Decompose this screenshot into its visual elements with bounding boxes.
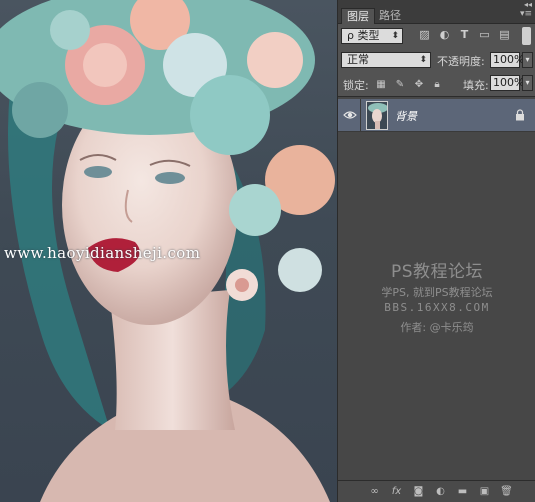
lock-image-pixels-icon[interactable]: ✎ (394, 78, 406, 90)
panel-menu-icon[interactable]: ▾≡ (520, 9, 532, 19)
add-mask-icon[interactable]: ◙ (412, 485, 425, 498)
layer-row[interactable]: 背景 (338, 99, 535, 132)
new-layer-icon[interactable]: ▣ (478, 485, 491, 498)
fill-label: 填充: (463, 79, 489, 92)
fill-input[interactable]: 100% (490, 75, 524, 91)
filter-pixel-layer-icon[interactable]: ▨ (418, 28, 431, 41)
layer-style-fx-icon[interactable]: fx (390, 485, 403, 498)
blend-mode-value: 正常 (347, 53, 369, 66)
tab-paths[interactable]: 路径 (374, 8, 406, 24)
forum-watermark-url: BBS.16XX8.COM (384, 301, 490, 314)
new-group-folder-icon[interactable]: ▬ (456, 485, 469, 498)
fill-slider-arrow-icon[interactable]: ▾ (522, 75, 533, 91)
lock-position-icon[interactable]: ✥ (413, 78, 425, 90)
lock-all-icon[interactable]: 🔒︎ (431, 78, 443, 90)
layer-filter-select[interactable]: ρ 类型 ⬍ (341, 28, 403, 44)
collapse-panel-icon[interactable]: ◂◂ (524, 0, 532, 9)
delete-layer-trash-icon[interactable]: 🗑︎ (500, 485, 513, 498)
filter-shape-layer-icon[interactable]: ▭ (478, 28, 491, 41)
new-adjustment-layer-icon[interactable]: ◐ (434, 485, 447, 498)
panel-tab-bar: ◂◂ 图层 路径 ▾≡ (338, 0, 535, 24)
forum-watermark-title: PS教程论坛 (390, 262, 484, 282)
opacity-input[interactable]: 100% (490, 52, 524, 68)
blend-mode-select[interactable]: 正常 ⬍ (341, 52, 431, 68)
link-layers-icon[interactable]: ∞ (368, 485, 381, 498)
layer-list: 背景 PS教程论坛 学PS, 就到PS教程论坛 BBS.16XX8.COM 作者… (338, 96, 535, 480)
chevron-updown-icon: ⬍ (391, 31, 399, 41)
filter-adjustment-layer-icon[interactable]: ◐ (438, 28, 451, 41)
layers-bottom-toolbar: ∞ fx ◙ ◐ ▬ ▣ 🗑︎ (338, 480, 535, 502)
lock-label: 锁定: (343, 79, 369, 92)
tab-layers[interactable]: 图层 (341, 8, 375, 24)
layer-lock-icon (516, 109, 524, 121)
opacity-slider-arrow-icon[interactable]: ▾ (522, 52, 533, 68)
opacity-label: 不透明度: (437, 55, 485, 68)
visibility-eye-icon[interactable] (343, 109, 357, 121)
filter-kind-label: ρ 类型 (347, 29, 380, 42)
filter-smart-object-icon[interactable]: ▤ (498, 28, 511, 41)
layers-panel: ◂◂ 图层 路径 ▾≡ ρ 类型 ⬍ ▨ ◐ T ▭ ▤ 正常 ⬍ 不透明度: … (337, 0, 535, 502)
forum-watermark-slogan: 学PS, 就到PS教程论坛 (381, 286, 493, 299)
forum-watermark-author: 作者: @卡乐筠 (400, 321, 474, 334)
layer-thumbnail[interactable] (366, 101, 388, 130)
layer-name[interactable]: 背景 (395, 108, 417, 124)
lock-transparent-pixels-icon[interactable]: ▦ (375, 78, 387, 90)
filter-toggle-switch[interactable] (522, 27, 531, 45)
site-watermark-text: www.haoyidiansheji.com (4, 244, 201, 262)
filter-type-layer-icon[interactable]: T (458, 28, 471, 41)
document-canvas[interactable]: www.haoyidiansheji.com (0, 0, 337, 502)
layer-row-divider (360, 99, 361, 132)
chevron-updown-icon: ⬍ (419, 55, 427, 65)
